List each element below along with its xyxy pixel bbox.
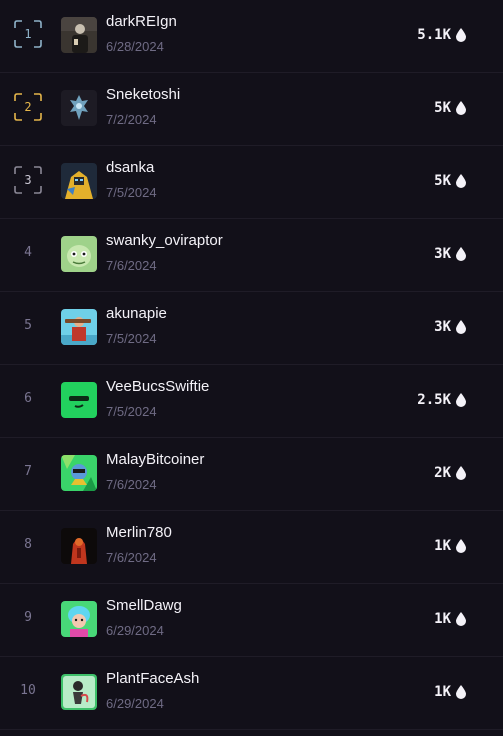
date: 6/29/2024: [106, 696, 164, 711]
leaderboard-row[interactable]: 4 swanky_oviraptor 7/6/2024 3K: [0, 219, 503, 292]
avatar[interactable]: [61, 90, 97, 126]
rank-badge-silver: 1: [13, 19, 43, 49]
drop-icon: [456, 685, 466, 699]
username[interactable]: dsanka: [106, 159, 154, 176]
amount: 5.1K: [417, 27, 451, 43]
rank-number: 4: [24, 245, 32, 260]
drop-icon: [456, 393, 466, 407]
avatar[interactable]: [61, 309, 97, 345]
date: 7/6/2024: [106, 550, 157, 565]
rank-badge-bronze: 3: [13, 165, 43, 195]
date: 7/6/2024: [106, 258, 157, 273]
avatar[interactable]: [61, 17, 97, 53]
leaderboard-row[interactable]: 2 Sneketoshi 7/2/2024 5K: [0, 73, 503, 146]
drop-icon: [456, 612, 466, 626]
avatar[interactable]: [61, 528, 97, 564]
date: 7/5/2024: [106, 331, 157, 346]
leaderboard-row[interactable]: 1 darkREIgn 6/28/2024 5.1K: [0, 0, 503, 73]
amount: 3K: [434, 246, 451, 262]
amount: 1K: [434, 538, 451, 554]
rank-number: 8: [24, 537, 32, 552]
avatar[interactable]: [61, 455, 97, 491]
drop-icon: [456, 101, 466, 115]
amount: 2.5K: [417, 392, 451, 408]
username[interactable]: swanky_oviraptor: [106, 232, 223, 249]
username[interactable]: VeeBucsSwiftie: [106, 378, 209, 395]
leaderboard-row[interactable]: 9 SmellDawg 6/29/2024 1K: [0, 584, 503, 657]
avatar[interactable]: [61, 382, 97, 418]
username[interactable]: Merlin780: [106, 524, 172, 541]
leaderboard-row[interactable]: 8 Merlin780 7/6/2024 1K: [0, 511, 503, 584]
username[interactable]: SmellDawg: [106, 597, 182, 614]
leaderboard-row[interactable]: 10 PlantFaceAsh 6/29/2024 1K: [0, 657, 503, 730]
rank-number: 6: [24, 391, 32, 406]
rank-number: 5: [24, 318, 32, 333]
date: 6/29/2024: [106, 623, 164, 638]
rank-number: 2: [24, 100, 32, 114]
rank-number: 3: [24, 173, 32, 187]
username[interactable]: MalayBitcoiner: [106, 451, 204, 468]
username[interactable]: Sneketoshi: [106, 86, 180, 103]
drop-icon: [456, 466, 466, 480]
amount: 5K: [434, 100, 451, 116]
username[interactable]: PlantFaceAsh: [106, 670, 199, 687]
leaderboard-row[interactable]: 3 dsanka 7/5/2024 5K: [0, 146, 503, 219]
rank-badge-gold: 2: [13, 92, 43, 122]
amount: 1K: [434, 684, 451, 700]
drop-icon: [456, 28, 466, 42]
date: 7/5/2024: [106, 185, 157, 200]
date: 7/6/2024: [106, 477, 157, 492]
username[interactable]: darkREIgn: [106, 13, 177, 30]
drop-icon: [456, 539, 466, 553]
amount: 2K: [434, 465, 451, 481]
rank-number: 7: [24, 464, 32, 479]
rank-number: 1: [24, 27, 32, 41]
leaderboard-list: 1 darkREIgn 6/28/2024 5.1K 2 Sneketoshi …: [0, 0, 503, 736]
drop-icon: [456, 320, 466, 334]
avatar[interactable]: [61, 163, 97, 199]
drop-icon: [456, 174, 466, 188]
amount: 5K: [434, 173, 451, 189]
date: 7/2/2024: [106, 112, 157, 127]
date: 7/5/2024: [106, 404, 157, 419]
date: 6/28/2024: [106, 39, 164, 54]
username[interactable]: akunapie: [106, 305, 167, 322]
amount: 1K: [434, 611, 451, 627]
leaderboard-row[interactable]: 5 akunapie 7/5/2024 3K: [0, 292, 503, 365]
avatar[interactable]: [61, 601, 97, 637]
amount: 3K: [434, 319, 451, 335]
leaderboard-row[interactable]: 6 VeeBucsSwiftie 7/5/2024 2.5K: [0, 365, 503, 438]
rank-number: 10: [20, 683, 36, 698]
avatar[interactable]: [61, 236, 97, 272]
rank-number: 9: [24, 610, 32, 625]
drop-icon: [456, 247, 466, 261]
leaderboard-row[interactable]: 7 MalayBitcoiner 7/6/2024 2K: [0, 438, 503, 511]
avatar[interactable]: [61, 674, 97, 710]
